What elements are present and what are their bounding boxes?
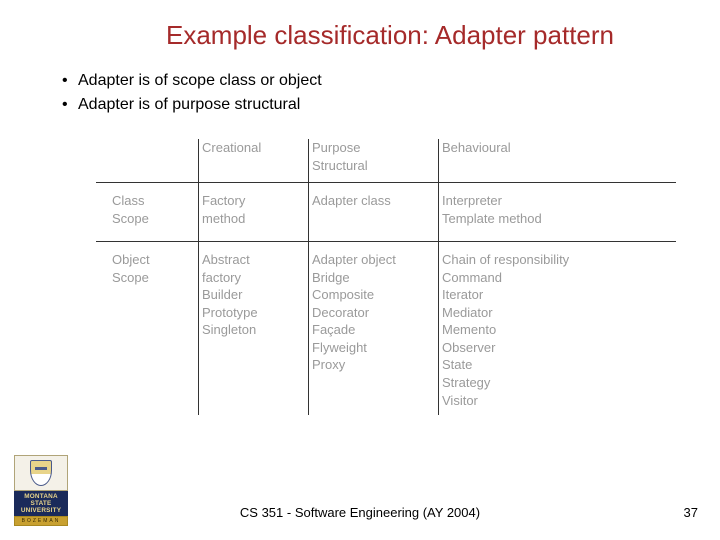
bullet-item: Adapter is of purpose structural xyxy=(58,93,680,117)
scope-class-label: ClassScope xyxy=(108,182,198,241)
table-divider xyxy=(96,241,676,242)
object-behavioural: Chain of responsibilityCommandIteratorMe… xyxy=(438,241,608,415)
header-empty xyxy=(108,139,198,182)
object-creational: AbstractfactoryBuilderPrototypeSingleton xyxy=(198,241,308,415)
logo-line1: MONTANA xyxy=(14,493,68,500)
scope-object-label: ObjectScope xyxy=(108,241,198,415)
table-row: ClassScope Factorymethod Adapter class I… xyxy=(108,182,672,241)
page-number: 37 xyxy=(684,505,698,520)
header-creational: Creational xyxy=(198,139,308,182)
table-divider xyxy=(438,139,439,415)
purpose-label: Purpose xyxy=(312,139,432,157)
class-structural: Adapter class xyxy=(308,182,438,241)
table-divider xyxy=(308,139,309,415)
bullet-list: Adapter is of scope class or object Adap… xyxy=(0,61,720,121)
header-behavioural: Behavioural xyxy=(438,139,608,182)
header-structural-text: Structural xyxy=(312,158,368,173)
class-creational: Factorymethod xyxy=(198,182,308,241)
classification-table: Creational Purpose Structural Behavioura… xyxy=(108,139,672,415)
table-divider xyxy=(198,139,199,415)
bullet-item: Adapter is of scope class or object xyxy=(58,69,680,93)
footer: CS 351 - Software Engineering (AY 2004) xyxy=(0,505,720,520)
shield-icon xyxy=(30,460,52,486)
logo-crest xyxy=(14,455,68,491)
header-structural: Purpose Structural xyxy=(308,139,438,182)
class-behavioural: InterpreterTemplate method xyxy=(438,182,608,241)
slide-title: Example classification: Adapter pattern xyxy=(0,0,720,61)
table-divider xyxy=(96,182,676,183)
table-header-row: Creational Purpose Structural Behavioura… xyxy=(108,139,672,182)
table-row: ObjectScope AbstractfactoryBuilderProtot… xyxy=(108,241,672,415)
object-structural: Adapter objectBridgeCompositeDecoratorFa… xyxy=(308,241,438,415)
